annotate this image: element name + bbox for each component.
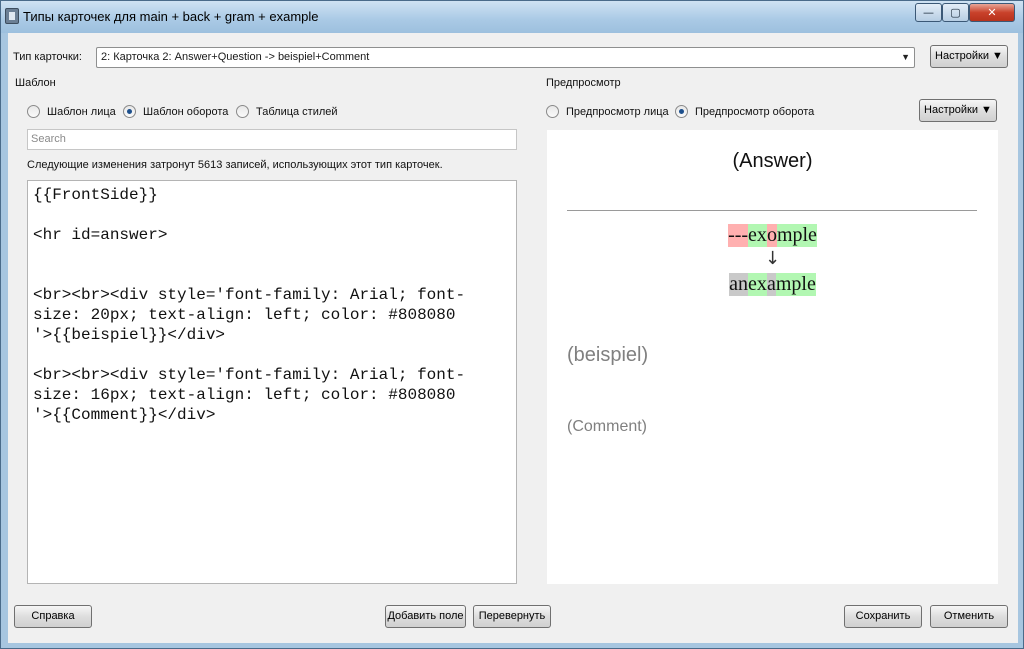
diff-missing: an — [729, 273, 749, 296]
diff-correct: mple — [775, 273, 816, 296]
diff-wrong: o — [766, 224, 777, 247]
code-line: size: 16px; text-align: left; color: #80… — [33, 386, 456, 404]
title-bar[interactable]: Типы карточек для main + back + gram + e… — [1, 1, 1023, 33]
radio-styling[interactable] — [236, 105, 249, 118]
save-button[interactable]: Сохранить — [844, 605, 922, 628]
flip-button[interactable]: Перевернуть — [473, 605, 551, 628]
card-type-label: Тип карточки: — [13, 51, 82, 63]
preview-group-title: Предпросмотр — [546, 77, 621, 89]
diff-correct: ex — [748, 273, 767, 296]
card-type-dropdown[interactable]: 2: Карточка 2: Answer+Question -> beispi… — [96, 47, 915, 68]
radio-front-template-label[interactable]: Шаблон лица — [47, 106, 116, 118]
chevron-down-icon: ▼ — [901, 52, 910, 62]
cancel-button[interactable]: Отменить — [930, 605, 1008, 628]
card-preview: (Answer) ---exomple ↓ an example (beispi… — [547, 130, 998, 584]
template-group-title: Шаблон — [15, 77, 56, 89]
diff-wrong: --- — [728, 224, 749, 247]
help-button[interactable]: Справка — [14, 605, 92, 628]
window-title: Типы карточек для main + back + gram + e… — [23, 9, 319, 24]
preview-beispiel: (beispiel) — [567, 344, 649, 366]
preview-answer: (Answer) — [732, 150, 813, 172]
preview-comment: (Comment) — [567, 418, 648, 435]
close-button[interactable]: ✕ — [969, 3, 1015, 22]
radio-preview-back-label[interactable]: Предпросмотр оборота — [695, 106, 814, 118]
down-arrow-icon: ↓ — [764, 248, 781, 269]
radio-preview-front-label[interactable]: Предпросмотр лица — [566, 106, 669, 118]
code-line: {{FrontSide}} — [33, 186, 158, 204]
template-code-editor[interactable]: {{FrontSide}} <hr id=answer> <br><br><di… — [27, 180, 517, 584]
radio-front-template[interactable] — [27, 105, 40, 118]
answer-divider — [567, 210, 977, 211]
diff-correct: ex — [748, 224, 767, 247]
search-input[interactable]: Search — [27, 129, 517, 150]
typed-answer-diff: ---exomple — [547, 224, 998, 247]
expected-answer-diff: an example — [547, 273, 998, 296]
code-line: '>{{beispiel}}</div> — [33, 326, 226, 344]
dialog-body: Тип карточки: 2: Карточка 2: Answer+Ques… — [8, 33, 1018, 643]
code-line: <br><br><div style='font-family: Arial; … — [33, 286, 466, 304]
add-field-button[interactable]: Добавить поле — [385, 605, 466, 628]
minimize-button[interactable]: — — [915, 3, 942, 22]
code-line: size: 20px; text-align: left; color: #80… — [33, 306, 456, 324]
card-types-dialog: Типы карточек для main + back + gram + e… — [0, 0, 1024, 649]
radio-styling-label[interactable]: Таблица стилей — [256, 106, 338, 118]
code-line: <br><br><div style='font-family: Arial; … — [33, 366, 466, 384]
radio-preview-back[interactable] — [675, 105, 688, 118]
diff-missing: a — [766, 273, 776, 296]
maximize-button[interactable]: ▢ — [942, 3, 969, 22]
affected-notes-notice: Следующие изменения затронут 5613 записе… — [27, 159, 443, 171]
code-line: <hr id=answer> — [33, 226, 168, 244]
card-settings-button[interactable]: Настройки ▼ — [930, 45, 1008, 68]
app-icon — [5, 8, 19, 24]
radio-preview-front[interactable] — [546, 105, 559, 118]
preview-settings-button[interactable]: Настройки ▼ — [919, 99, 997, 122]
radio-back-template-label[interactable]: Шаблон оборота — [143, 106, 228, 118]
diff-correct: mple — [776, 224, 817, 247]
card-type-value: 2: Карточка 2: Answer+Question -> beispi… — [101, 51, 370, 63]
radio-back-template[interactable] — [123, 105, 136, 118]
code-line: '>{{Comment}}</div> — [33, 406, 216, 424]
